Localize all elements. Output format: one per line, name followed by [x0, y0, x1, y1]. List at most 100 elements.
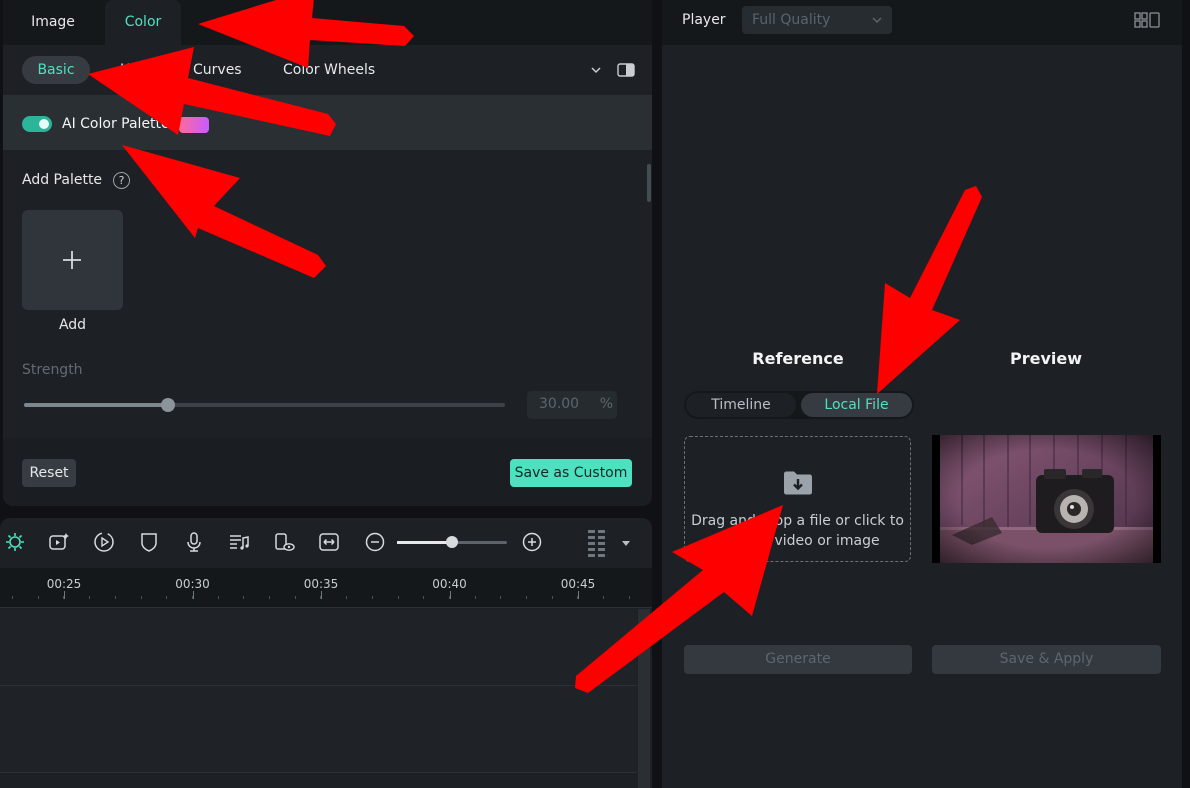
strength-slider[interactable] — [24, 398, 505, 412]
timeline-minor-tick — [140, 596, 142, 599]
chevron-down-icon — [872, 17, 882, 24]
reference-source-toggle: Timeline Local File — [684, 391, 914, 419]
subtab-basic[interactable]: Basic — [22, 56, 90, 84]
shield-icon[interactable] — [138, 531, 160, 553]
strength-label: Strength — [22, 362, 83, 378]
zoom-out-icon[interactable] — [364, 531, 386, 553]
reset-button[interactable]: Reset — [22, 459, 76, 487]
player-header: Player Full Quality — [662, 0, 1182, 45]
ai-scene-icon[interactable] — [4, 531, 26, 553]
timeline-minor-tick — [474, 596, 476, 599]
timeline-minor-tick — [500, 596, 502, 599]
preview-title: Preview — [1009, 349, 1082, 368]
folder-download-icon — [784, 471, 812, 495]
timeline-minor-tick — [320, 596, 322, 599]
file-drop-zone[interactable]: Drag and drop a file or click to select … — [684, 436, 911, 562]
plus-icon — [63, 251, 81, 269]
ai-badge-icon — [179, 117, 209, 133]
timeline-minor-tick — [89, 596, 91, 599]
zoom-slider-fill — [397, 541, 452, 544]
drop-zone-text: Drag and drop a file or click to select … — [691, 511, 904, 551]
layout-grid-icon[interactable] — [1134, 12, 1160, 28]
reference-tab-timeline[interactable]: Timeline — [686, 393, 796, 417]
preview-render-icon[interactable] — [273, 531, 295, 553]
timeline-scrollbar[interactable] — [638, 609, 650, 788]
chevron-down-icon[interactable] — [589, 63, 603, 77]
timeline-minor-tick — [551, 596, 553, 599]
add-label: Add — [58, 317, 87, 333]
subtab-color-wheels[interactable]: Color Wheels — [283, 56, 375, 84]
ai-effect-icon[interactable] — [48, 531, 70, 553]
save-as-custom-button[interactable]: Save as Custom — [510, 459, 632, 487]
audio-list-icon[interactable] — [228, 531, 250, 553]
quality-select[interactable]: Full Quality — [742, 6, 892, 34]
timeline-minor-tick — [448, 596, 450, 599]
color-panel: Image Color Basic HSL Curves Color Wheel… — [3, 0, 652, 506]
ai-color-palette-toggle[interactable] — [22, 116, 52, 132]
timeline-ruler[interactable]: 00:25 00:30 00:35 00:40 00:45 — [0, 568, 652, 608]
timeline-minor-tick — [423, 596, 425, 599]
strength-value: 30.00 — [539, 396, 580, 412]
timeline-panel: 00:25 00:30 00:35 00:40 00:45 — [0, 518, 652, 788]
zoom-in-icon[interactable] — [521, 531, 543, 553]
subtab-curves[interactable]: Curves — [193, 56, 242, 84]
timeline-track[interactable] — [0, 686, 637, 773]
timeline-minor-tick — [243, 596, 245, 599]
add-palette-label: Add Palette — [22, 172, 103, 188]
timeline-track[interactable] — [0, 609, 637, 686]
timeline-minor-tick — [346, 596, 348, 599]
timeline-tick-label: 00:30 — [175, 577, 210, 591]
ai-color-palette-row: AI Color Palette — [3, 95, 652, 150]
timeline-minor-tick — [628, 596, 630, 599]
tab-image[interactable]: Image — [3, 0, 103, 45]
timeline-toolbar — [0, 518, 652, 568]
save-and-apply-button[interactable]: Save & Apply — [932, 645, 1161, 674]
timeline-minor-tick — [269, 596, 270, 599]
timeline-minor-tick — [294, 596, 296, 599]
timeline-minor-tick — [63, 596, 65, 599]
drop-zone-line-1: Drag and drop a file or click to — [691, 513, 904, 529]
strength-slider-thumb[interactable] — [161, 398, 176, 412]
caret-down-icon[interactable] — [620, 537, 632, 549]
ai-color-palette-label: AI Color Palette — [62, 116, 170, 132]
tab-color[interactable]: Color — [105, 0, 181, 45]
reference-tab-local-file[interactable]: Local File — [801, 393, 912, 417]
strength-unit: % — [599, 396, 613, 412]
panel-scrollbar[interactable] — [647, 164, 651, 202]
strength-input[interactable]: 30.00 % — [527, 391, 617, 419]
split-view-icon[interactable] — [617, 63, 635, 77]
microphone-icon[interactable] — [183, 531, 205, 553]
add-palette-button[interactable] — [22, 210, 123, 310]
drop-zone-line-2: select a video or image — [715, 533, 880, 549]
reference-title: Reference — [752, 349, 844, 368]
strength-slider-fill — [24, 403, 169, 407]
color-sub-tabs: Basic HSL Curves Color Wheels — [3, 45, 652, 95]
timeline-minor-tick — [114, 596, 116, 599]
fit-width-icon[interactable] — [318, 531, 340, 553]
top-tab-bar: Image Color — [3, 0, 652, 45]
timeline-minor-tick — [371, 596, 373, 599]
player-panel: Player Full Quality Reference Preview Ti… — [662, 0, 1182, 788]
track-height-icon[interactable] — [586, 528, 608, 558]
timeline-minor-tick — [191, 596, 193, 599]
timeline-minor-tick — [397, 596, 399, 599]
subtab-hsl[interactable]: HSL — [120, 56, 147, 84]
panel-footer: Reset Save as Custom — [3, 438, 652, 506]
timeline-minor-tick — [166, 596, 168, 599]
quality-value: Full Quality — [752, 12, 831, 28]
timeline-tick-label: 00:25 — [46, 577, 82, 591]
timeline-minor-tick — [12, 596, 13, 599]
timeline-tick-label: 00:40 — [432, 577, 467, 591]
timeline-minor-tick — [577, 596, 579, 599]
timeline-minor-tick — [37, 596, 39, 599]
zoom-slider[interactable] — [397, 536, 507, 548]
timeline-minor-tick — [217, 596, 219, 599]
help-icon[interactable]: ? — [113, 172, 130, 189]
timeline-tick-label: 00:45 — [560, 577, 596, 591]
zoom-slider-thumb[interactable] — [446, 536, 458, 548]
generate-button[interactable]: Generate — [684, 645, 912, 674]
timeline-minor-tick — [526, 596, 527, 599]
player-label: Player — [682, 12, 726, 28]
preview-image — [932, 435, 1161, 563]
play-circle-icon[interactable] — [93, 531, 115, 553]
